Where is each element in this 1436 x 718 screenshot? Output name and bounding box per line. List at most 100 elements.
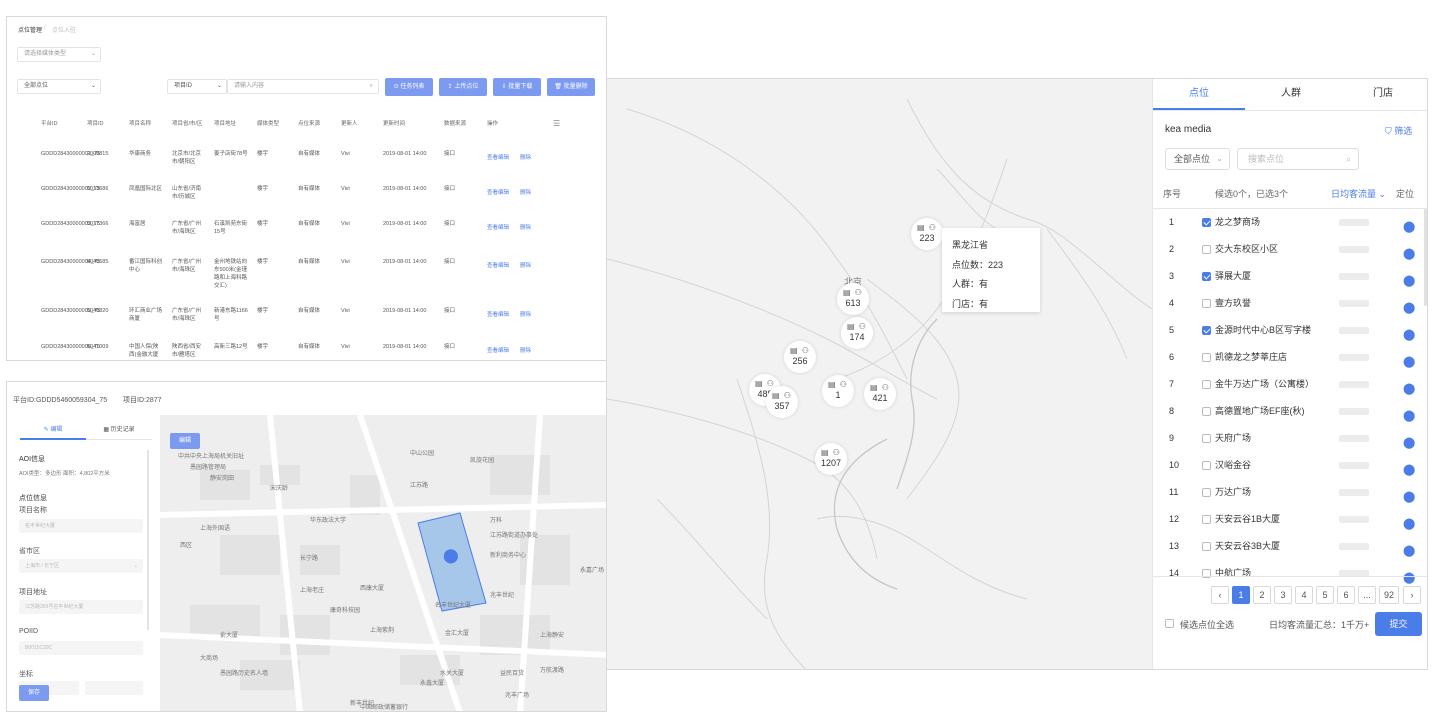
- delete-link[interactable]: 删除: [520, 347, 531, 355]
- point-type-select[interactable]: 全部点位 ⌄: [1165, 148, 1230, 170]
- location-pin-icon[interactable]: ⬤: [1403, 511, 1415, 530]
- view-edit-link[interactable]: 查看编辑: [487, 224, 509, 232]
- item-checkbox[interactable]: [1202, 218, 1211, 227]
- list-item[interactable]: 3 驿展大厦 ⬤: [1153, 263, 1427, 290]
- list-item[interactable]: 7 金牛万达广场（公寓楼） ⬤: [1153, 371, 1427, 398]
- item-checkbox[interactable]: [1202, 272, 1211, 281]
- map-cluster[interactable]: ▤ ⚇ 613: [837, 283, 869, 315]
- delete-link[interactable]: 删除: [520, 154, 531, 162]
- china-map[interactable]: 北京 全国 ▤ ⚇223 ▤ ⚇613 ▤ ⚇174 ▤ ⚇256 ▤ ⚇489…: [607, 79, 1152, 669]
- list-item[interactable]: 12 天安云谷1B大厦 ⬤: [1153, 506, 1427, 533]
- table-search-input[interactable]: 请输入内容 ⌕: [227, 79, 379, 94]
- item-checkbox[interactable]: [1202, 515, 1211, 524]
- tab-stores[interactable]: 门店: [1337, 79, 1427, 110]
- list-item[interactable]: 6 凯德龙之梦莘庄店 ⬤: [1153, 344, 1427, 371]
- tab-edit[interactable]: ✎ 编辑: [20, 423, 86, 440]
- list-item[interactable]: 13 天安云谷3B大厦 ⬤: [1153, 533, 1427, 560]
- location-pin-icon[interactable]: ⬤: [1403, 538, 1415, 557]
- list-item[interactable]: 11 万达广场 ⬤: [1153, 479, 1427, 506]
- map-cluster[interactable]: ▤ ⚇ 421: [864, 378, 896, 410]
- map-cluster[interactable]: ▤ ⚇ 223: [911, 218, 943, 250]
- location-pin-icon[interactable]: ⬤: [1403, 295, 1415, 314]
- item-checkbox[interactable]: [1202, 434, 1211, 443]
- sort-by-traffic[interactable]: 日均客流量 ⌄: [1331, 187, 1386, 200]
- list-item[interactable]: 2 交大东校区小区 ⬤: [1153, 236, 1427, 263]
- point-filter-select[interactable]: 全部点位 ⌄: [17, 79, 101, 94]
- view-edit-link[interactable]: 查看编辑: [487, 189, 509, 197]
- page-button[interactable]: 1: [1232, 586, 1250, 604]
- page-prev[interactable]: ‹: [1211, 586, 1229, 604]
- page-ellipsis[interactable]: ...: [1358, 586, 1376, 604]
- list-item[interactable]: 8 高德置地广场EF座(秋) ⬤: [1153, 398, 1427, 425]
- location-pin-icon[interactable]: ⬤: [1403, 241, 1415, 260]
- list-item[interactable]: 9 天府广场 ⬤: [1153, 425, 1427, 452]
- location-pin-icon[interactable]: ⬤: [1403, 457, 1415, 476]
- item-checkbox[interactable]: [1202, 461, 1211, 470]
- coord-lat-input[interactable]: [85, 681, 143, 695]
- list-item[interactable]: 1 龙之梦商场 ⬤: [1153, 209, 1427, 236]
- item-checkbox[interactable]: [1202, 542, 1211, 551]
- location-pin-icon[interactable]: ⬤: [443, 547, 459, 564]
- upload-points-button[interactable]: ⇪ 上传点位: [439, 78, 487, 96]
- project-name-input[interactable]: 名丰世纪大厦: [19, 519, 143, 533]
- page-next[interactable]: ›: [1403, 586, 1421, 604]
- batch-download-button[interactable]: ⇩ 批量下载: [493, 78, 541, 96]
- view-edit-link[interactable]: 查看编辑: [487, 262, 509, 270]
- location-pin-icon[interactable]: ⬤: [1403, 430, 1415, 449]
- form-scrollbar[interactable]: [147, 450, 149, 630]
- map-cluster[interactable]: ▤ ⚇ 174: [841, 317, 873, 349]
- region-select[interactable]: 上海市 / 长宁区 ⌄: [19, 559, 143, 573]
- page-button[interactable]: 5: [1316, 586, 1334, 604]
- map-cluster[interactable]: ▤ ⚇ 357: [766, 386, 798, 418]
- delete-link[interactable]: 删除: [520, 311, 531, 319]
- location-pin-icon[interactable]: ⬤: [1403, 376, 1415, 395]
- media-type-select[interactable]: 请选择媒体类型 ⌄: [17, 47, 101, 62]
- page-button[interactable]: 6: [1337, 586, 1355, 604]
- breadcrumb-child[interactable]: 点位入驻: [52, 25, 76, 34]
- item-checkbox[interactable]: [1202, 488, 1211, 497]
- location-pin-icon[interactable]: ⬤: [1403, 322, 1415, 341]
- list-scrollbar[interactable]: [1424, 209, 1427, 306]
- select-all-checkbox[interactable]: [1165, 619, 1174, 628]
- page-button[interactable]: 4: [1295, 586, 1313, 604]
- map-cluster[interactable]: ▤ ⚇ 256: [784, 341, 816, 373]
- location-pin-icon[interactable]: ⬤: [1403, 349, 1415, 368]
- delete-link[interactable]: 删除: [520, 189, 531, 197]
- list-item[interactable]: 10 汉峪金谷 ⬤: [1153, 452, 1427, 479]
- item-checkbox[interactable]: [1202, 353, 1211, 362]
- delete-link[interactable]: 删除: [520, 224, 531, 232]
- map-edit-button[interactable]: 编辑: [170, 433, 200, 449]
- location-pin-icon[interactable]: ⬤: [1403, 214, 1415, 233]
- breadcrumb-current[interactable]: 点位管理: [18, 25, 42, 34]
- map-cluster[interactable]: ▤ ⚇ 1: [822, 375, 854, 407]
- tab-points[interactable]: 点位: [1153, 79, 1245, 110]
- list-item[interactable]: 5 金源时代中心B区写字楼 ⬤: [1153, 317, 1427, 344]
- column-settings-icon[interactable]: ☰: [553, 119, 560, 128]
- tab-history[interactable]: ▦ 历史记录: [86, 423, 152, 440]
- view-edit-link[interactable]: 查看编辑: [487, 154, 509, 162]
- batch-delete-button[interactable]: 🗑 批量删除: [547, 78, 595, 96]
- submit-button[interactable]: 提交: [1375, 612, 1422, 636]
- search-input[interactable]: 搜索点位 ⌕: [1237, 148, 1359, 170]
- item-checkbox[interactable]: [1202, 299, 1211, 308]
- item-checkbox[interactable]: [1202, 326, 1211, 335]
- task-list-button[interactable]: ⊙ 任务列表: [385, 78, 433, 96]
- address-input[interactable]: 江苏路369号名丰世纪大厦: [19, 600, 143, 614]
- item-checkbox[interactable]: [1202, 245, 1211, 254]
- save-button[interactable]: 保存: [19, 685, 49, 701]
- search-field-select[interactable]: 项目ID ⌄: [167, 79, 227, 94]
- location-pin-icon[interactable]: ⬤: [1403, 268, 1415, 287]
- filter-button[interactable]: ⛉ 筛选: [1385, 124, 1412, 137]
- map-cluster[interactable]: ▤ ⚇ 1207: [815, 443, 847, 475]
- list-item[interactable]: 14 中航广场 ⬤: [1153, 560, 1427, 587]
- page-button[interactable]: 92: [1379, 586, 1399, 604]
- page-button[interactable]: 2: [1253, 586, 1271, 604]
- item-checkbox[interactable]: [1202, 407, 1211, 416]
- view-edit-link[interactable]: 查看编辑: [487, 347, 509, 355]
- page-button[interactable]: 3: [1274, 586, 1292, 604]
- tab-crowd[interactable]: 人群: [1245, 79, 1337, 110]
- location-pin-icon[interactable]: ⬤: [1403, 484, 1415, 503]
- location-pin-icon[interactable]: ⬤: [1403, 403, 1415, 422]
- location-map[interactable]: 编辑 ⬤ 中共中央上海局机关旧址 愚园路管理局 静安岗田 宋庆龄 上海外国语 西区 华东政法…: [160, 415, 606, 711]
- view-edit-link[interactable]: 查看编辑: [487, 311, 509, 319]
